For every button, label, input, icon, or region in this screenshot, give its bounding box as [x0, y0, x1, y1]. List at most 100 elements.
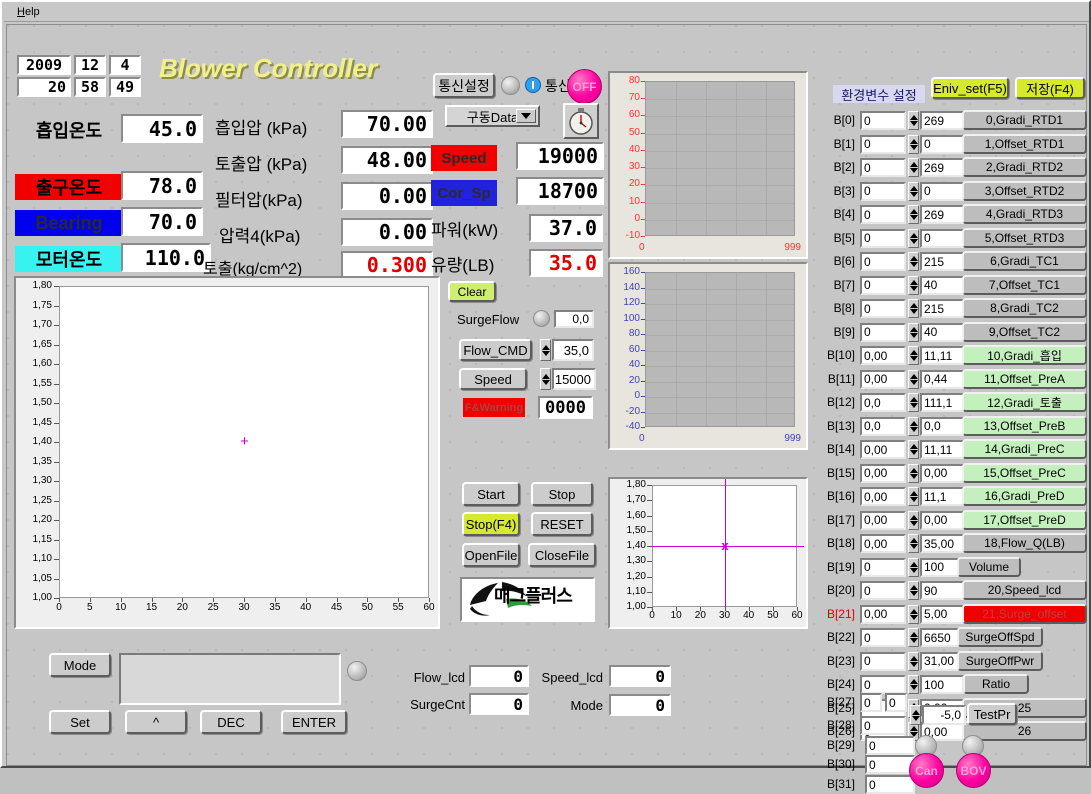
menu-item-help[interactable]: Help	[12, 6, 45, 18]
env-row-value2[interactable]: 0,0	[920, 416, 964, 436]
env-row-value1[interactable]: 0	[860, 158, 906, 177]
openfile-button[interactable]: OpenFile	[462, 543, 520, 567]
speed-spinner[interactable]	[540, 368, 551, 390]
env-row-spinner[interactable]	[908, 463, 919, 483]
env-row-spinner[interactable]	[908, 675, 919, 694]
env-row-value1[interactable]: 0	[860, 111, 906, 130]
env-row-value1[interactable]: 0	[860, 252, 906, 271]
env-row-value2[interactable]: 215	[920, 299, 964, 318]
can-button[interactable]: Can	[909, 753, 944, 788]
env-row-value1[interactable]: 0,00	[860, 463, 906, 483]
env-row-spinner[interactable]	[908, 228, 919, 248]
env-row-name-button[interactable]: 6,Gradi_TC1	[962, 251, 1087, 271]
env-row-value2[interactable]: 0	[920, 181, 964, 201]
env-row-name-button[interactable]: 20,Speed_lcd	[962, 580, 1087, 600]
env-tail-value2[interactable]: 0	[885, 693, 907, 712]
env-row-name-button[interactable]: Volume	[957, 556, 1021, 577]
env-row-spinner[interactable]	[908, 158, 919, 177]
env-row-value2[interactable]: 11,11	[920, 346, 964, 365]
closefile-button[interactable]: CloseFile	[528, 543, 596, 567]
env-row-spinner[interactable]	[908, 510, 919, 530]
mode-button[interactable]: Mode	[49, 653, 111, 677]
env-row-name-button[interactable]: 11,Offset_PreA	[962, 368, 1087, 389]
env-row-spinner[interactable]	[908, 322, 919, 342]
env-row-value1[interactable]: 0,00	[860, 487, 906, 506]
env-row-value2[interactable]: 0,00	[920, 510, 964, 530]
env-row-spinner[interactable]	[908, 440, 919, 459]
comm-status-off-button[interactable]: OFF	[567, 69, 602, 104]
env-row-spinner[interactable]	[908, 651, 919, 671]
env-row-name-button[interactable]: 16,Gradi_PreD	[962, 486, 1087, 506]
env-row-name-button[interactable]: 17,Offset_PreD	[962, 509, 1087, 530]
flow-cmd-spinner[interactable]	[540, 339, 551, 361]
start-button[interactable]: Start	[462, 482, 520, 506]
set-button[interactable]: Set	[49, 710, 111, 734]
env-row-spinner[interactable]	[908, 275, 919, 295]
env-row-name-button[interactable]: 7,Offset_TC1	[962, 274, 1087, 295]
env-row-value1[interactable]: 0,00	[860, 604, 906, 624]
env-row-value2[interactable]: 269	[920, 158, 964, 177]
env-tail-value1[interactable]: 0	[865, 755, 915, 774]
testpr-value[interactable]: -5,0	[922, 705, 966, 725]
env-row-value1[interactable]: 0	[860, 181, 906, 201]
env-row-value1[interactable]: 0,00	[860, 440, 906, 459]
stop-f4-button[interactable]: Stop(F4)	[462, 512, 520, 536]
env-row-name-button[interactable]: 14,Gradi_PreC	[962, 439, 1087, 459]
env-row-name-button[interactable]: 2,Gradi_RTD2	[962, 157, 1087, 177]
env-row-value2[interactable]: 269	[920, 205, 964, 224]
speed-set-value[interactable]: 15000	[552, 368, 596, 390]
env-row-name-button[interactable]: SurgeOffSpd	[957, 627, 1043, 647]
env-row-name-button[interactable]: Ratio	[963, 674, 1029, 694]
comm-setup-button[interactable]: 통신설정	[433, 73, 495, 98]
env-tail-value1[interactable]: 0	[865, 775, 915, 794]
env-row-value1[interactable]: 0	[860, 628, 906, 647]
env-row-name-button[interactable]: 10,Gradi_흡입	[962, 345, 1087, 365]
temperature-trend-plot[interactable]	[645, 81, 795, 236]
env-row-spinner[interactable]	[908, 416, 919, 436]
env-row-name-button[interactable]: 12,Gradi_토출	[962, 392, 1087, 412]
env-row-name-button[interactable]: 5,Offset_RTD3	[962, 227, 1087, 248]
env-row-spinner[interactable]	[908, 604, 919, 624]
env-row-value2[interactable]: 0,00	[920, 463, 964, 483]
env-row-value1[interactable]: 0	[860, 581, 906, 600]
dec-button[interactable]: DEC	[200, 710, 262, 734]
env-row-name-button[interactable]: 18,Flow_Q(LB)	[962, 533, 1087, 553]
env-set-button[interactable]: Eniv_set(F5)	[931, 77, 1009, 99]
pressure-trend-plot[interactable]	[645, 272, 795, 427]
env-row-spinner[interactable]	[908, 181, 919, 201]
up-button[interactable]: ^	[125, 710, 187, 734]
env-row-spinner[interactable]	[908, 628, 919, 647]
env-row-name-button[interactable]: 3,Offset_RTD2	[962, 180, 1087, 201]
env-row-spinner[interactable]	[908, 299, 919, 318]
env-row-name-button[interactable]: 21,Surge_offset	[962, 603, 1087, 624]
env-row-spinner[interactable]	[908, 393, 919, 412]
enter-button[interactable]: ENTER	[281, 710, 347, 734]
env-row-value2[interactable]: 11,1	[920, 487, 964, 506]
env-row-name-button[interactable]: 15,Offset_PreC	[962, 462, 1087, 483]
env-row-value2[interactable]: 269	[920, 111, 964, 130]
chevron-down-icon[interactable]	[516, 109, 536, 123]
flow-cmd-button[interactable]: Flow_CMD	[459, 339, 532, 361]
env-row-value1[interactable]: 0,00	[860, 346, 906, 365]
data-mode-combobox[interactable]: 구동Data	[445, 105, 540, 127]
env-row-spinner[interactable]	[908, 252, 919, 271]
env-row-value1[interactable]: 0	[860, 675, 906, 694]
env-row-value1[interactable]: 0,00	[860, 534, 906, 553]
env-row-spinner[interactable]	[908, 534, 919, 553]
env-row-spinner[interactable]	[908, 557, 919, 577]
env-row-value2[interactable]: 215	[920, 252, 964, 271]
env-row-spinner[interactable]	[908, 205, 919, 224]
env-row-value1[interactable]: 0	[860, 557, 906, 577]
flow-cmd-value[interactable]: 35,0	[552, 339, 594, 361]
env-row-spinner[interactable]	[908, 346, 919, 365]
env-row-name-button[interactable]: 4,Gradi_RTD3	[962, 204, 1087, 224]
bov-button[interactable]: BOV	[956, 753, 991, 788]
env-row-value1[interactable]: 0,00	[860, 510, 906, 530]
env-row-value1[interactable]: 0,0	[860, 393, 906, 412]
env-row-value2[interactable]: 35,00	[920, 534, 964, 553]
env-row-value2[interactable]: 100	[920, 675, 964, 694]
env-row-value2[interactable]: 5,00	[920, 604, 964, 624]
reset-button[interactable]: RESET	[531, 512, 593, 536]
env-row-name-button[interactable]: 1,Offset_RTD1	[962, 133, 1087, 154]
env-row-value2[interactable]: 90	[920, 581, 964, 600]
